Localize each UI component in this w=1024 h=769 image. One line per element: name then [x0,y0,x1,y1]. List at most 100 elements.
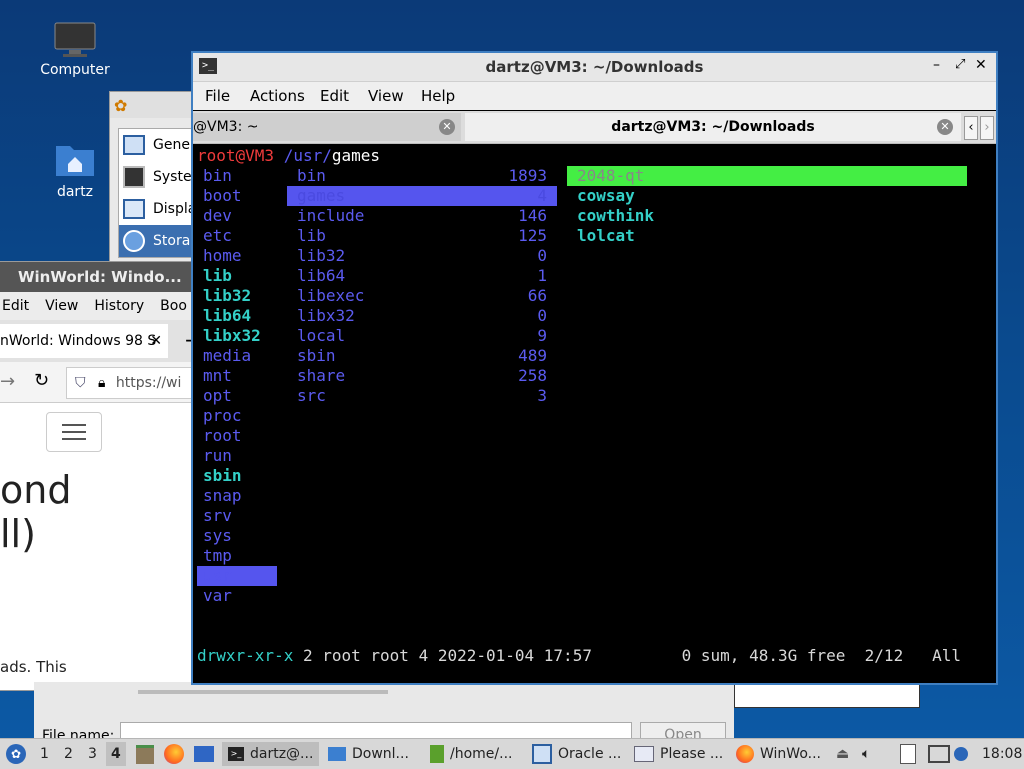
tab-scroll-left-icon[interactable]: ‹ [964,116,978,140]
task-archive[interactable]: /home/... [430,742,512,766]
settings-item-label: Syste [153,169,192,185]
ranger-entry[interactable]: local 9 [287,326,557,346]
task-winworld[interactable]: WinWo... [736,742,821,766]
entry-size: 4 [537,186,547,205]
ranger-entry[interactable]: libexec 66 [287,286,557,306]
launcher-firefox[interactable] [164,742,184,766]
launcher-desktop[interactable] [194,742,214,766]
ranger-entry[interactable]: sys [197,526,277,546]
dialog-scrollbar[interactable] [138,690,388,694]
ranger-entry[interactable]: lib 125 [287,226,557,246]
entry-size: 1893 [508,166,547,185]
close-icon[interactable]: ✕ [439,119,455,135]
menu-file[interactable]: File [205,87,230,105]
tray-updates[interactable] [954,742,968,766]
reload-icon[interactable]: ↻ [34,370,49,391]
browser-menu-edit[interactable]: Edit [2,298,29,314]
ranger-entry[interactable]: boot [197,186,277,206]
launcher-files[interactable] [136,742,154,766]
ranger-entry[interactable]: cowthink [567,206,967,226]
ranger-entry[interactable]: lib [197,266,277,286]
workspace-1[interactable]: 1 [40,742,49,766]
maximize-icon[interactable]: ⤢ [955,57,965,72]
tray-clipboard[interactable] [900,742,916,766]
menu-edit[interactable]: Edit [320,87,349,105]
ranger-entry[interactable]: usr [197,566,277,586]
workspace-4[interactable]: 4 [106,742,126,766]
task-terminal[interactable]: >_ dartz@... [222,742,320,766]
ranger-entry[interactable]: proc [197,406,277,426]
task-oracle[interactable]: Oracle ... [532,742,621,766]
entry-size: 258 [518,366,547,385]
ranger-entry[interactable]: etc [197,226,277,246]
desktop-icon-dartz[interactable]: dartz [30,140,120,200]
minimize-icon[interactable]: – [933,57,940,73]
close-icon[interactable]: ✕ [975,57,987,73]
hamburger-icon [62,424,86,440]
hamburger-menu-button[interactable] [46,412,102,452]
url-text: https://wi [115,375,182,391]
terminal-content[interactable]: root@VM3 /usr/games bin boot dev etc home lib… [193,146,996,683]
clock[interactable]: 18:08 [982,742,1022,766]
ranger-entry[interactable]: srv [197,506,277,526]
task-please[interactable]: Please ... [634,742,723,766]
entry-name: lib [297,226,326,245]
ranger-entry[interactable]: lib32 0 [287,246,557,266]
browser-menu-history[interactable]: History [94,298,144,314]
tab-scroll-right-icon[interactable]: › [980,116,994,140]
browser-tab[interactable]: nWorld: Windows 98 S ✕ [0,324,168,358]
terminal-tab-1[interactable]: @VM3: ~ ✕ [193,113,461,141]
menu-help[interactable]: Help [421,87,455,105]
task-downloads[interactable]: Downl... [328,742,409,766]
menu-view[interactable]: View [368,87,404,105]
ranger-entry[interactable]: games 4 [287,186,557,206]
menu-actions[interactable]: Actions [250,87,305,105]
ranger-entry[interactable]: media [197,346,277,366]
close-icon[interactable]: ✕ [150,324,162,358]
ranger-entry[interactable]: var [197,586,277,606]
ranger-entry[interactable]: include 146 [287,206,557,226]
ranger-entry[interactable]: home [197,246,277,266]
ranger-entry[interactable]: tmp [197,546,277,566]
ranger-entry[interactable]: lib32 [197,286,277,306]
ranger-entry[interactable]: opt [197,386,277,406]
terminal-tab-2[interactable]: dartz@VM3: ~/Downloads ✕ [465,113,961,141]
browser-menu-bookmarks[interactable]: Boo [160,298,187,314]
url-bar[interactable]: ⛉ 🔒︎ https://wi [66,367,202,399]
ranger-entry[interactable]: libx32 0 [287,306,557,326]
task-label: Please ... [660,746,724,762]
workspace-3[interactable]: 3 [88,742,97,766]
ranger-entry[interactable]: lib64 1 [287,266,557,286]
ranger-entry[interactable]: bin [197,166,277,186]
workspace-2[interactable]: 2 [64,742,73,766]
tray-eject[interactable]: ⏏ [836,742,849,766]
ranger-entry[interactable]: sbin [197,466,277,486]
tab-label: dartz@VM3: ~/Downloads [611,119,815,135]
ranger-entry[interactable]: bin 1893 [287,166,557,186]
ranger-entry[interactable]: share 258 [287,366,557,386]
eject-icon: ⏏ [836,746,850,762]
close-icon[interactable]: ✕ [937,119,953,135]
tray-network[interactable] [928,742,950,766]
ranger-entry[interactable]: cowsay [567,186,967,206]
start-menu-button[interactable]: ✿ [6,742,26,766]
ranger-entry[interactable]: src 3 [287,386,557,406]
ranger-entry[interactable]: mnt [197,366,277,386]
ranger-entry[interactable]: lib64 [197,306,277,326]
monitor-icon [123,135,145,155]
ranger-entry[interactable]: 2048-qt [567,166,967,186]
ranger-entry[interactable]: snap [197,486,277,506]
browser-menu-view[interactable]: View [45,298,78,314]
ranger-entry[interactable]: root [197,426,277,446]
ranger-entry[interactable]: lolcat [567,226,967,246]
desktop-icon-computer[interactable]: Computer [30,22,120,78]
entry-name: local [297,326,346,345]
ranger-entry[interactable]: libx32 [197,326,277,346]
forward-icon[interactable]: → [0,371,15,392]
ranger-entry[interactable]: sbin 489 [287,346,557,366]
tray-volume[interactable]: 🔈︎ [862,742,870,766]
ranger-entry[interactable]: run [197,446,277,466]
terminal-titlebar[interactable]: >_ dartz@VM3: ~/Downloads – ⤢ ✕ [193,53,996,82]
firefox-icon [736,745,754,763]
ranger-entry[interactable]: dev [197,206,277,226]
